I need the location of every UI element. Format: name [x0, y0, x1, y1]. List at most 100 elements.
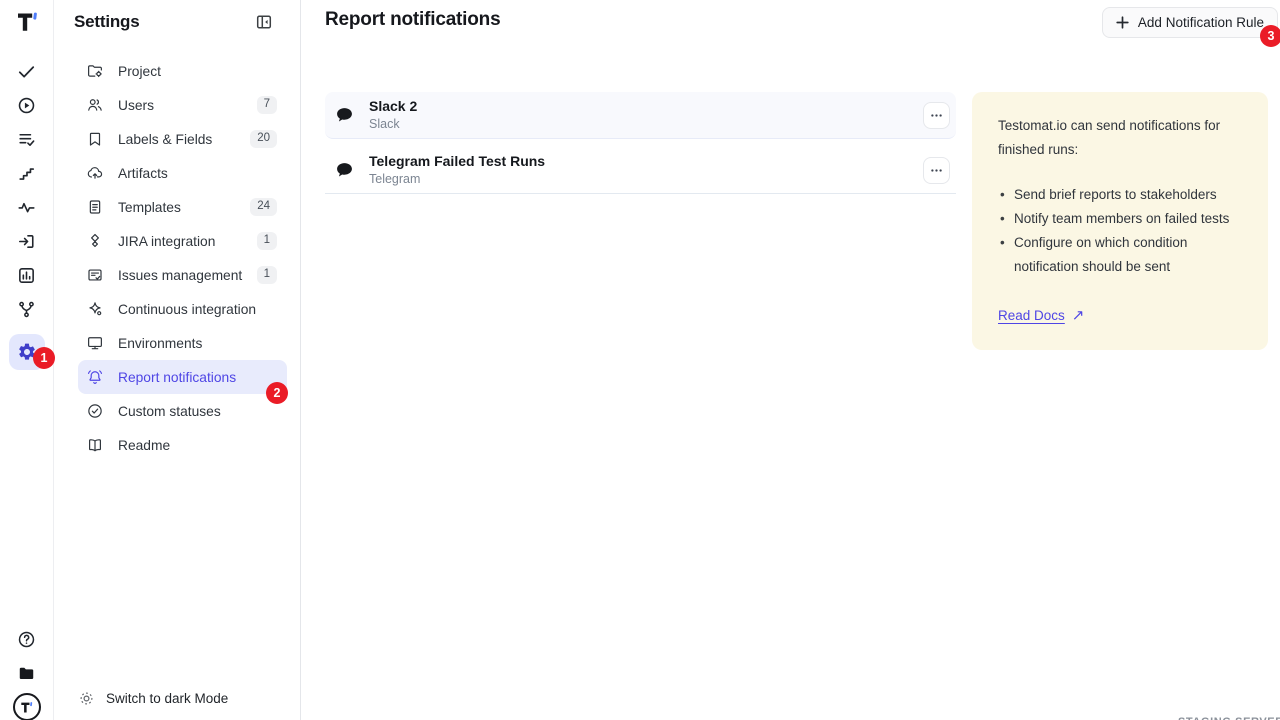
sidebar-item-label: Custom statuses — [118, 404, 221, 419]
sidebar-item-label: Users — [118, 98, 154, 113]
sidebar-item-count: 1 — [257, 232, 277, 250]
info-bullet: Send brief reports to stakeholders — [998, 183, 1242, 207]
notification-rule-list: Slack 2 Slack Telegram Failed Test Runs … — [325, 92, 956, 194]
issues-management-icon — [86, 266, 104, 284]
rail-item-branches[interactable] — [0, 292, 54, 326]
panel-collapse-icon[interactable] — [256, 14, 272, 30]
labels-fields-icon — [86, 130, 104, 148]
testomat-logo-icon — [14, 9, 40, 35]
sidebar-item-label: Templates — [118, 200, 181, 215]
testomat-logo[interactable] — [14, 8, 40, 36]
sidebar-item-templates[interactable]: Templates 24 — [78, 190, 287, 224]
chat-bubble-icon — [334, 160, 355, 181]
account-avatar — [13, 693, 41, 720]
sidebar-item-environments[interactable]: Environments — [78, 326, 287, 360]
reports-bar-chart-icon — [17, 266, 36, 285]
environments-icon — [86, 334, 104, 352]
sidebar-item-users[interactable]: Users 7 — [78, 88, 287, 122]
rail-item-analytics[interactable] — [0, 190, 54, 224]
sidebar-item-label: Issues management — [118, 268, 242, 283]
sidebar-item-count: 1 — [257, 266, 277, 284]
rule-menu-button[interactable] — [923, 102, 950, 129]
jira-icon — [86, 232, 104, 250]
info-intro: Testomat.io can send notifications for f… — [998, 114, 1242, 162]
dark-mode-toggle[interactable]: Switch to dark Mode — [54, 690, 300, 720]
rail-item-help[interactable] — [0, 622, 54, 656]
templates-icon — [86, 198, 104, 216]
plus-icon — [1116, 16, 1129, 29]
sidebar-item-count: 24 — [250, 198, 277, 216]
tests-check-icon — [17, 62, 36, 81]
main-content: Report notifications Add Notification Ru… — [301, 0, 1280, 720]
annotation-badge-3: 3 — [1260, 25, 1280, 47]
sidebar-item-labels-fields[interactable]: Labels & Fields 20 — [78, 122, 287, 156]
sidebar-item-label: Readme — [118, 438, 170, 453]
project-icon — [86, 62, 104, 80]
main-header: Report notifications Add Notification Ru… — [301, 0, 1280, 44]
add-notification-rule-button[interactable]: Add Notification Rule — [1102, 7, 1278, 38]
notifications-bell-icon — [86, 368, 104, 386]
sidebar-item-label: Continuous integration — [118, 302, 256, 317]
sidebar-item-issues[interactable]: Issues management 1 — [78, 258, 287, 292]
rail-item-account[interactable] — [0, 690, 54, 720]
sidebar-title: Settings — [74, 12, 139, 32]
rule-name: Slack 2 — [369, 99, 417, 114]
read-docs-row: Read Docs ↗ — [998, 308, 1242, 323]
sidebar-item-artifacts[interactable]: Artifacts — [78, 156, 287, 190]
notification-rule-row[interactable]: Telegram Failed Test Runs Telegram — [325, 147, 956, 194]
readme-icon — [86, 436, 104, 454]
rail-item-tests[interactable] — [0, 54, 54, 88]
notification-rule-row[interactable]: Slack 2 Slack — [325, 92, 956, 139]
rail-nav — [0, 54, 54, 370]
artifacts-icon — [86, 164, 104, 182]
projects-folder-icon — [17, 664, 36, 683]
sidebar-item-report-notifications[interactable]: Report notifications — [78, 360, 287, 394]
branches-git-icon — [17, 300, 36, 319]
rail-bottom — [0, 622, 54, 720]
external-link-arrow-icon: ↗ — [1072, 308, 1085, 323]
settings-sidebar: Settings Project Users 7 L — [54, 0, 301, 720]
sidebar-item-label: Labels & Fields — [118, 132, 212, 147]
avatar-logo-icon — [19, 700, 34, 715]
info-bullet: Configure on which condition notificatio… — [998, 231, 1242, 279]
add-button-label: Add Notification Rule — [1138, 15, 1264, 30]
content-area: Slack 2 Slack Telegram Failed Test Runs … — [325, 92, 1268, 350]
rail-item-import[interactable] — [0, 224, 54, 258]
annotation-badge-1: 1 — [33, 347, 55, 369]
rule-text: Slack 2 Slack — [369, 99, 417, 131]
ellipsis-icon — [930, 164, 943, 177]
sidebar-item-count: 7 — [257, 96, 277, 114]
analytics-pulse-icon — [17, 198, 36, 217]
ellipsis-icon — [930, 109, 943, 122]
sidebar-item-jira[interactable]: JIRA integration 1 — [78, 224, 287, 258]
clipped-footer-text: STAGING SERVER — [1178, 716, 1280, 720]
sidebar-header: Settings — [54, 0, 300, 44]
dark-mode-label: Switch to dark Mode — [106, 691, 228, 706]
rail-item-steps[interactable] — [0, 156, 54, 190]
rail-item-projects[interactable] — [0, 656, 54, 690]
rule-text: Telegram Failed Test Runs Telegram — [369, 154, 545, 186]
rule-menu-button[interactable] — [923, 157, 950, 184]
sidebar-item-ci[interactable]: Continuous integration — [78, 292, 287, 326]
rail-item-plans[interactable] — [0, 122, 54, 156]
sidebar-item-count: 20 — [250, 130, 277, 148]
continuous-integration-icon — [86, 300, 104, 318]
help-question-icon — [17, 630, 36, 649]
import-arrow-icon — [17, 232, 36, 251]
sidebar-item-custom-statuses[interactable]: Custom statuses — [78, 394, 287, 428]
steps-stairs-icon — [17, 164, 36, 183]
sidebar-item-label: Artifacts — [118, 166, 168, 181]
runs-play-icon — [17, 96, 36, 115]
sidebar-item-project[interactable]: Project — [78, 54, 287, 88]
rail-item-reports[interactable] — [0, 258, 54, 292]
page-title: Report notifications — [325, 9, 500, 31]
sidebar-item-readme[interactable]: Readme — [78, 428, 287, 462]
annotation-badge-2: 2 — [266, 382, 288, 404]
info-bullet: Notify team members on failed tests — [998, 207, 1242, 231]
sun-icon — [78, 690, 95, 707]
custom-statuses-icon — [86, 402, 104, 420]
sidebar-item-label: Report notifications — [118, 370, 236, 385]
rail-item-runs[interactable] — [0, 88, 54, 122]
info-bullet-list: Send brief reports to stakeholders Notif… — [998, 183, 1242, 279]
read-docs-link[interactable]: Read Docs — [998, 308, 1065, 323]
